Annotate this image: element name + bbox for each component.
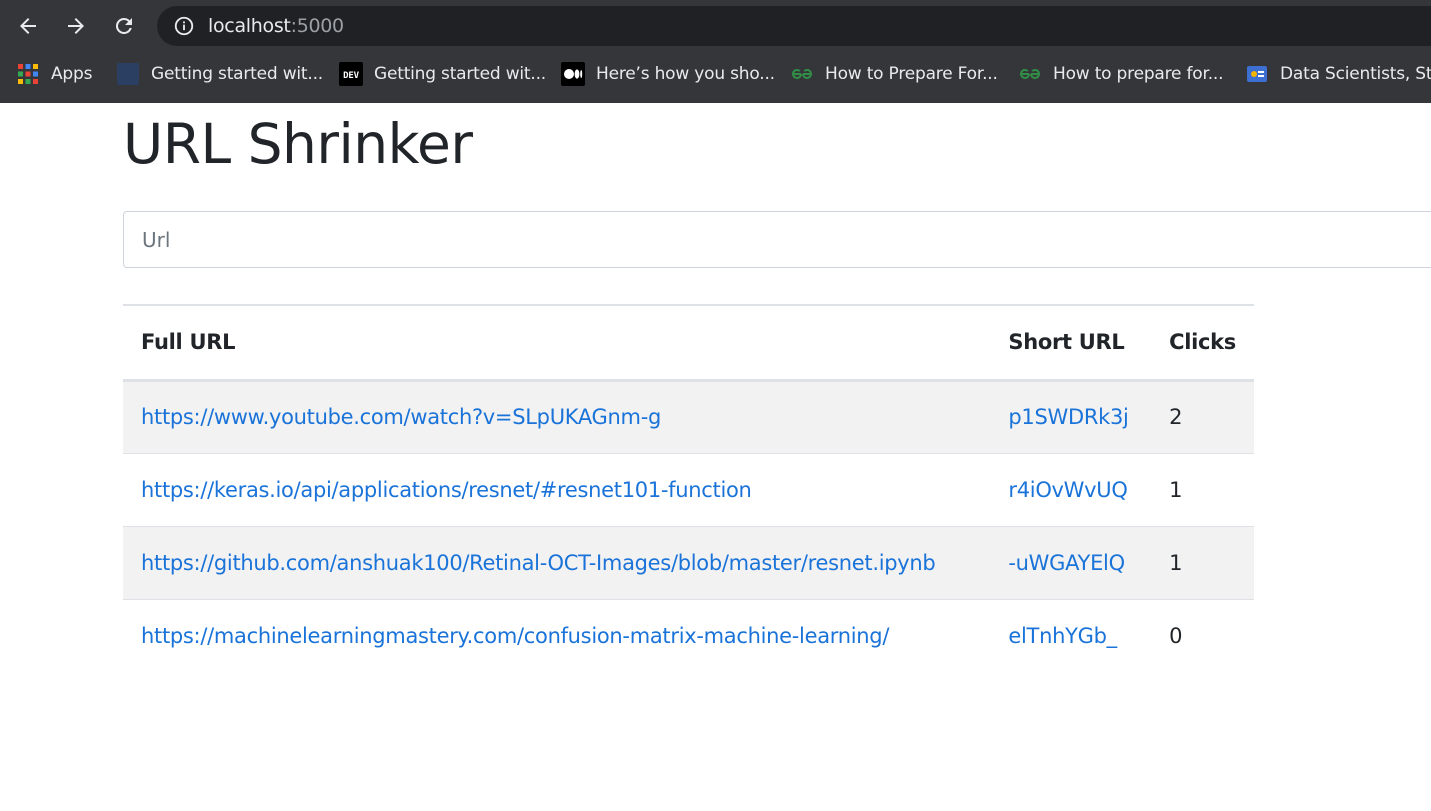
header-full-url: Full URL bbox=[123, 304, 991, 382]
info-icon[interactable] bbox=[173, 15, 195, 37]
full-url-cell: https://www.youtube.com/watch?v=SLpUKAGn… bbox=[123, 380, 990, 453]
clicks-cell: 0 bbox=[1151, 598, 1254, 672]
short-url-cell: p1SWDRk3j bbox=[990, 380, 1151, 453]
full-url-cell: https://github.com/anshuak100/Retinal-OC… bbox=[123, 525, 991, 599]
header-short-url: Short URL bbox=[990, 304, 1152, 382]
address-port: :5000 bbox=[290, 15, 345, 37]
page-content: URL Shrinker Full URL Short URL Clicks h… bbox=[0, 103, 1431, 811]
back-arrow-icon[interactable] bbox=[10, 8, 46, 44]
table-row: https://github.com/anshuak100/Retinal-OC… bbox=[123, 525, 1254, 599]
url-input[interactable] bbox=[123, 211, 1431, 268]
bookmark-medium[interactable]: Here’s how you sho... bbox=[561, 53, 775, 95]
bookmark-apps[interactable]: Apps bbox=[16, 53, 92, 95]
table-row: https://www.youtube.com/watch?v=SLpUKAGn… bbox=[123, 380, 1254, 453]
bookmarks-bar: Apps Getting started wit... DEV Getting … bbox=[0, 53, 1431, 95]
table-header-row: Full URL Short URL Clicks bbox=[123, 304, 1254, 382]
dev-logo-icon: DEV bbox=[339, 62, 363, 86]
site-icon bbox=[1245, 62, 1269, 86]
reload-icon[interactable] bbox=[106, 8, 142, 44]
full-url-cell: https://machinelearningmastery.com/confu… bbox=[123, 598, 991, 672]
short-url-link[interactable]: -uWGAYElQ bbox=[1008, 551, 1125, 575]
forward-arrow-icon[interactable] bbox=[58, 8, 94, 44]
clicks-cell: 1 bbox=[1151, 452, 1254, 526]
short-url-link[interactable]: elTnhYGb_ bbox=[1008, 624, 1117, 648]
table-row: https://keras.io/api/applications/resnet… bbox=[123, 452, 1254, 526]
full-url-cell: https://keras.io/api/applications/resnet… bbox=[123, 452, 991, 526]
page-title: URL Shrinker bbox=[123, 112, 473, 176]
short-url-cell: elTnhYGb_ bbox=[990, 598, 1152, 672]
svg-text:DEV: DEV bbox=[343, 71, 359, 81]
clicks-cell: 1 bbox=[1151, 525, 1254, 599]
short-url-cell: -uWGAYElQ bbox=[990, 525, 1152, 599]
bookmark-label: How to prepare for... bbox=[1053, 64, 1224, 84]
blank-page-icon bbox=[116, 62, 140, 86]
gfg-logo-icon bbox=[1018, 62, 1042, 86]
full-url-link[interactable]: https://keras.io/api/applications/resnet… bbox=[141, 478, 752, 502]
bookmark-data-scientists[interactable]: Data Scientists, Sta... bbox=[1245, 53, 1431, 95]
short-url-link[interactable]: r4iOvWvUQ bbox=[1008, 478, 1127, 502]
address-text[interactable]: localhost:5000 bbox=[208, 14, 344, 38]
bookmark-getting-started-2[interactable]: DEV Getting started wit... bbox=[339, 53, 546, 95]
gfg-logo-icon bbox=[790, 62, 814, 86]
bookmark-label: Apps bbox=[51, 64, 93, 84]
address-bar[interactable]: localhost:5000 bbox=[157, 6, 1431, 46]
bookmark-label: Data Scientists, Sta... bbox=[1280, 64, 1431, 84]
short-url-link[interactable]: p1SWDRk3j bbox=[1008, 405, 1129, 429]
clicks-cell: 2 bbox=[1169, 405, 1183, 429]
bookmark-label: Here’s how you sho... bbox=[596, 64, 775, 84]
links-table: Full URL Short URL Clicks https://www.yo… bbox=[123, 304, 1254, 672]
short-url-cell: r4iOvWvUQ bbox=[990, 452, 1152, 526]
browser-toolbar: localhost:5000 Apps Getting started wit.… bbox=[0, 0, 1431, 103]
apps-grid-icon bbox=[16, 62, 40, 86]
bookmark-label: Getting started wit... bbox=[151, 64, 324, 84]
bookmark-label: How to Prepare For... bbox=[825, 64, 998, 84]
table-row: https://machinelearningmastery.com/confu… bbox=[123, 598, 1254, 672]
bookmark-label: Getting started wit... bbox=[374, 64, 547, 84]
bookmark-gfg-1[interactable]: How to Prepare For... bbox=[790, 53, 998, 95]
medium-logo-icon bbox=[561, 62, 585, 86]
bookmark-getting-started-1[interactable]: Getting started wit... bbox=[116, 53, 323, 95]
full-url-link[interactable]: https://machinelearningmastery.com/confu… bbox=[141, 624, 889, 648]
bookmark-gfg-2[interactable]: How to prepare for... bbox=[1018, 53, 1224, 95]
header-clicks: Clicks bbox=[1151, 304, 1254, 382]
full-url-link[interactable]: https://github.com/anshuak100/Retinal-OC… bbox=[141, 551, 936, 575]
full-url-link[interactable]: https://www.youtube.com/watch?v=SLpUKAGn… bbox=[141, 405, 661, 429]
address-host: localhost bbox=[208, 15, 291, 37]
